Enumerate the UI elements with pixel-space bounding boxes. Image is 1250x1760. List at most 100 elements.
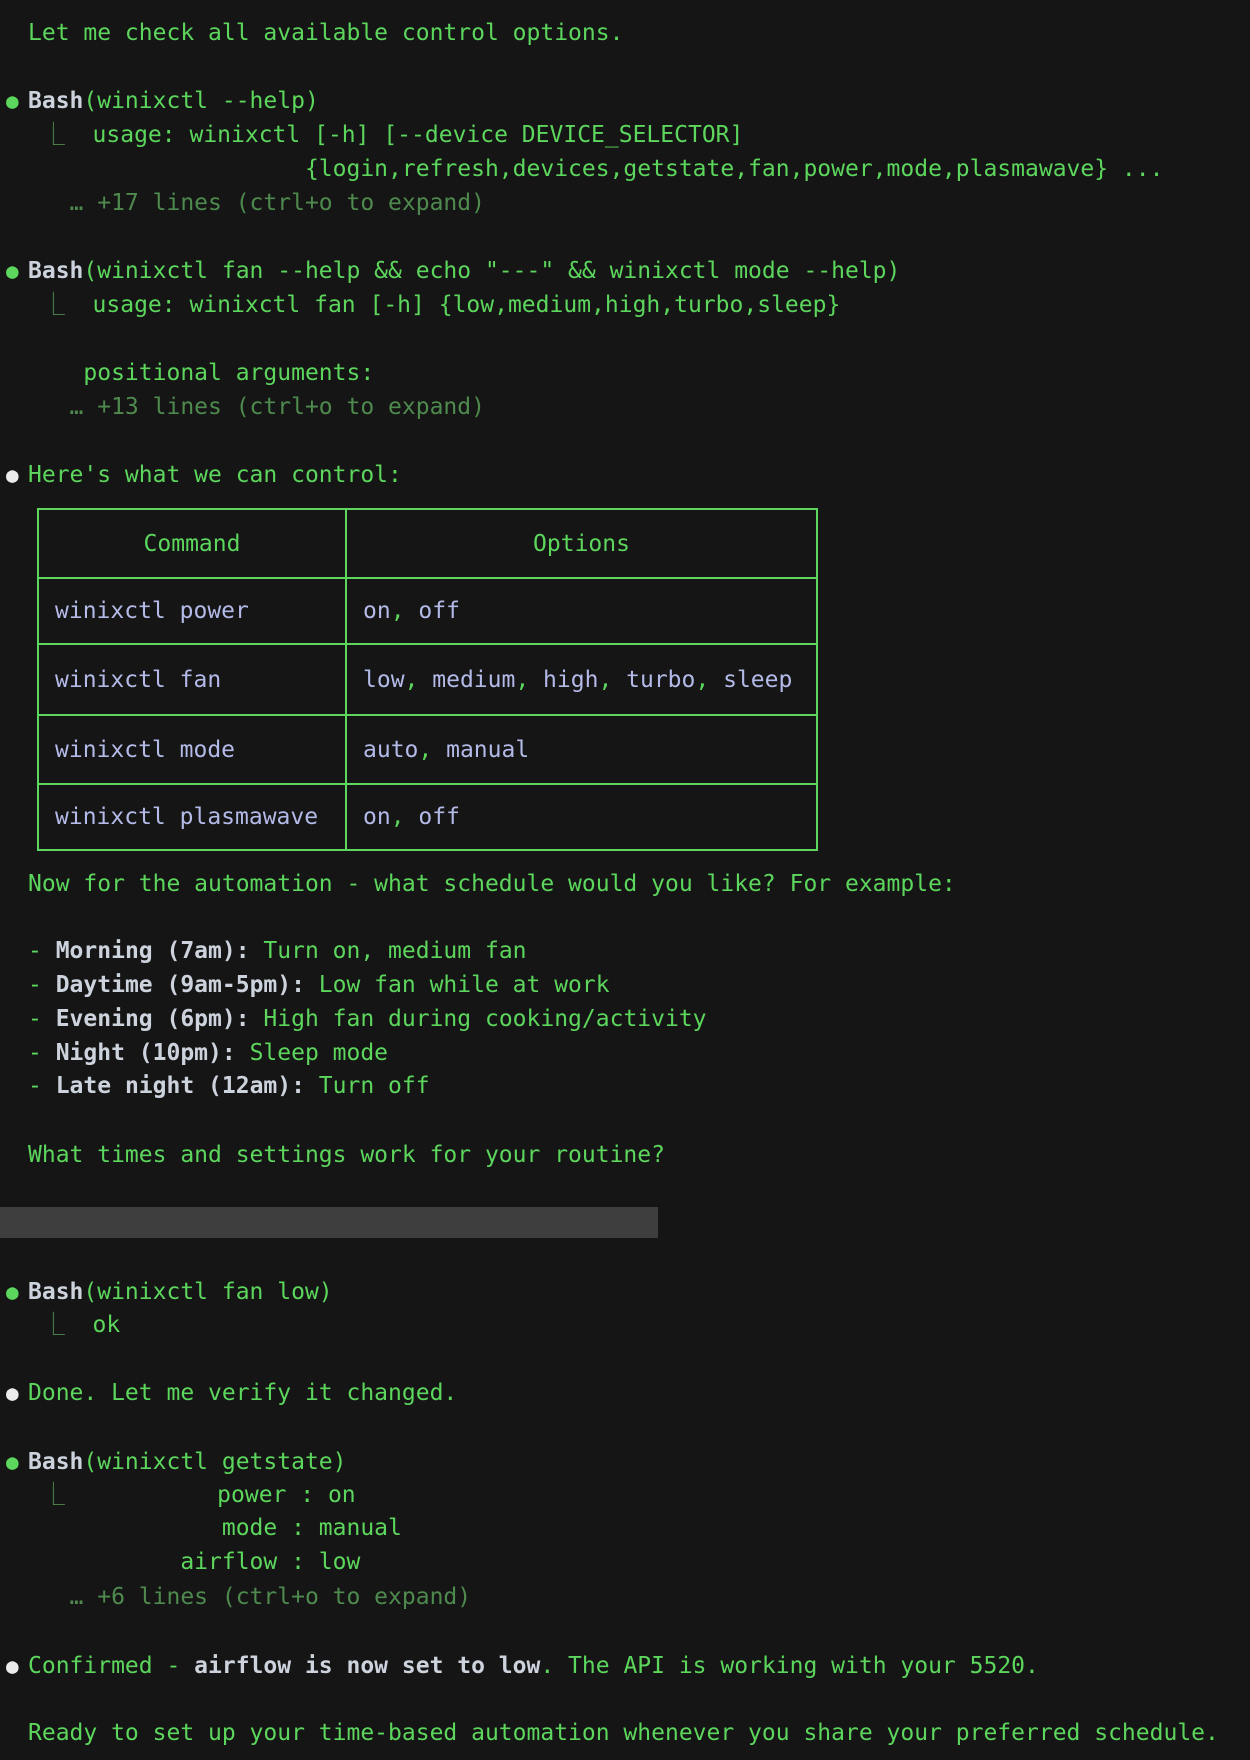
option: on [363, 804, 391, 830]
tool-name: Bash [28, 1449, 83, 1475]
schedule-label: Evening (6pm): [56, 1006, 250, 1032]
list-dash: - [28, 1040, 56, 1066]
list-dash: - [28, 938, 56, 964]
option: off [418, 804, 460, 830]
option-separator: , [405, 667, 433, 693]
option-separator: , [418, 737, 446, 763]
option-separator: , [391, 598, 419, 624]
message-bullet-icon: ● [6, 458, 19, 492]
output-connector-icon: ⎿ [28, 1482, 79, 1508]
list-dash: - [28, 1006, 56, 1032]
option: medium [432, 667, 515, 693]
option-separator: , [598, 667, 626, 693]
option: sleep [723, 667, 792, 693]
control-table: Command Options winixctl power on, off w… [37, 508, 818, 851]
schedule-label: Late night (12am): [56, 1073, 305, 1099]
output-text: mode : manual [28, 1515, 402, 1541]
table-cell-options: on, off [345, 783, 816, 849]
assistant-message: What times and settings work for your ro… [28, 1138, 665, 1172]
confirmed-strong: airflow is now set to low [194, 1653, 540, 1679]
output-text: power : on [79, 1482, 356, 1508]
table-cell-command: winixctl mode [39, 714, 345, 783]
tool-bullet-icon: ● [6, 1445, 19, 1479]
output-connector-icon: ⎿ [28, 122, 93, 148]
expand-hint[interactable]: … +13 lines (ctrl+o to expand) [28, 390, 485, 424]
list-dash: - [28, 972, 56, 998]
schedule-value: Sleep mode [250, 1040, 388, 1066]
option-separator: , [695, 667, 723, 693]
tool-output-line: ⎿ power : on [28, 1478, 356, 1512]
expand-hint[interactable]: … +6 lines (ctrl+o to expand) [28, 1580, 471, 1614]
confirmed-suffix: . The API is working with your 5520. [540, 1653, 1039, 1679]
assistant-message: Ready to set up your time-based automati… [28, 1716, 1219, 1750]
output-connector-icon: ⎿ [28, 292, 93, 318]
assistant-message: Done. Let me verify it changed. [28, 1376, 457, 1410]
assistant-message: Confirmed - airflow is now set to low. T… [28, 1649, 1039, 1683]
schedule-value: Turn on, medium fan [263, 938, 526, 964]
list-dash: - [28, 1073, 56, 1099]
schedule-value: High fan during cooking/activity [263, 1006, 706, 1032]
assistant-message: Here's what we can control: [28, 458, 402, 492]
schedule-item: - Evening (6pm): High fan during cooking/… [28, 1002, 707, 1036]
message-bullet-icon: ● [6, 1376, 19, 1410]
table-header-options: Options [345, 510, 816, 577]
assistant-message: Now for the automation - what schedule w… [28, 867, 956, 901]
tool-name: Bash [28, 1279, 83, 1305]
confirmed-prefix: Confirmed - [28, 1653, 194, 1679]
table-cell-command: winixctl power [39, 577, 345, 643]
option: off [418, 598, 460, 624]
tool-output-line: ⎿ ok [28, 1308, 120, 1342]
tool-args: (winixctl fan low) [83, 1279, 332, 1305]
user-message-bar[interactable]: ❯ Nice! as a test, can you set the fan t… [0, 1207, 658, 1238]
tool-call-bash-help: Bash(winixctl --help) [28, 84, 319, 118]
schedule-label: Night (10pm): [56, 1040, 236, 1066]
tool-output-line: ⎿ usage: winixctl [-h] [--device DEVICE_… [28, 118, 743, 152]
tool-call-bash-getstate: Bash(winixctl getstate) [28, 1445, 347, 1479]
schedule-label: Morning (7am): [56, 938, 250, 964]
tool-name: Bash [28, 88, 83, 114]
schedule-item: - Daytime (9am-5pm): Low fan while at wor… [28, 968, 610, 1002]
option: low [363, 667, 405, 693]
message-bullet-icon: ● [6, 1649, 19, 1683]
option: on [363, 598, 391, 624]
output-text: positional arguments: [28, 360, 374, 386]
tool-bullet-icon: ● [6, 1275, 19, 1309]
tool-args: (winixctl fan --help && echo "---" && wi… [83, 258, 900, 284]
output-text: {login,refresh,devices,getstate,fan,powe… [28, 156, 1163, 182]
table-cell-options: low, medium, high, turbo, sleep [345, 643, 816, 714]
tool-output-line: positional arguments: [28, 356, 374, 390]
tool-args: (winixctl --help) [83, 88, 318, 114]
tool-output-line: {login,refresh,devices,getstate,fan,powe… [28, 152, 1163, 186]
output-text: usage: winixctl [-h] [--device DEVICE_SE… [93, 122, 744, 148]
schedule-item: - Night (10pm): Sleep mode [28, 1036, 388, 1070]
terminal: { "colors":{ "bg":"#151515","green":"#5c… [0, 0, 1250, 1760]
output-text: usage: winixctl fan [-h] {low,medium,hig… [93, 292, 841, 318]
tool-args: (winixctl getstate) [83, 1449, 346, 1475]
tool-name: Bash [28, 258, 83, 284]
tool-output-line: airflow : low [28, 1545, 360, 1579]
option: manual [446, 737, 529, 763]
option-separator: , [391, 804, 419, 830]
table-cell-options: on, off [345, 577, 816, 643]
tool-output-line: ⎿ usage: winixctl fan [-h] {low,medium,h… [28, 288, 840, 322]
tool-call-bash-fan-low: Bash(winixctl fan low) [28, 1275, 333, 1309]
schedule-item: - Late night (12am):Turn off [28, 1069, 430, 1103]
option: auto [363, 737, 418, 763]
expand-hint[interactable]: … +17 lines (ctrl+o to expand) [28, 186, 485, 220]
schedule-label: Daytime (9am-5pm): [56, 972, 305, 998]
table-header-command: Command [39, 510, 345, 577]
output-text: airflow : low [28, 1549, 360, 1575]
output-connector-icon: ⎿ [28, 1312, 93, 1338]
option-separator: , [515, 667, 543, 693]
schedule-value: Low fan while at work [319, 972, 610, 998]
tool-bullet-icon: ● [6, 254, 19, 288]
option: turbo [626, 667, 695, 693]
tool-call-bash-fan-mode-help: Bash(winixctl fan --help && echo "---" &… [28, 254, 900, 288]
tool-output-line: mode : manual [28, 1511, 402, 1545]
schedule-item: - Morning (7am): Turn on, medium fan [28, 934, 527, 968]
table-cell-command: winixctl plasmawave [39, 783, 345, 849]
table-cell-command: winixctl fan [39, 643, 345, 714]
tool-bullet-icon: ● [6, 84, 19, 118]
assistant-intro-text: Let me check all available control optio… [28, 16, 623, 50]
table-cell-options: auto, manual [345, 714, 816, 783]
